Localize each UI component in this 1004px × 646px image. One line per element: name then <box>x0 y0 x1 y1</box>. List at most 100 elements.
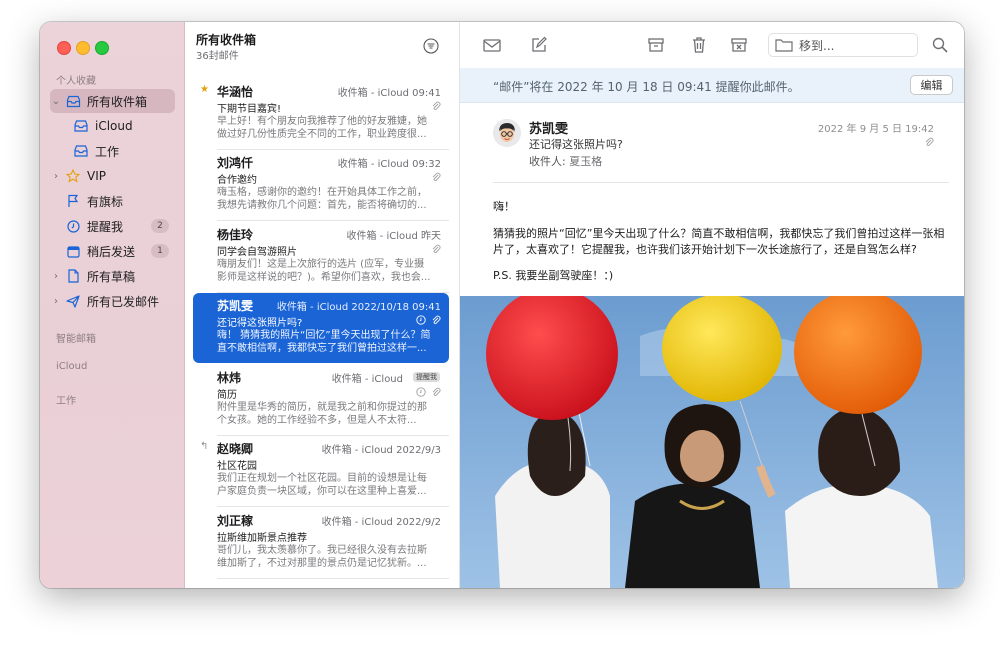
inbox-icon <box>73 143 89 159</box>
favorites-heading[interactable]: 个人收藏 <box>56 72 96 87</box>
paperclip-icon <box>432 315 441 324</box>
sidebar-item-label: 有旗标 <box>87 194 124 209</box>
mailbox-title: 所有收件箱 <box>196 33 257 47</box>
sender-name: 刘正稼 <box>217 514 254 528</box>
sidebar-item-vip[interactable]: › VIP <box>50 164 175 188</box>
chevron-right-icon[interactable]: › <box>50 171 62 182</box>
sender-name: 杨佳玲 <box>217 228 254 242</box>
compose-icon[interactable] <box>529 36 549 54</box>
mailbox-and-time: 收件箱 - iCloud 09:41 <box>337 88 441 99</box>
chevron-right-icon[interactable]: › <box>50 271 62 282</box>
mailbox-and-time: 收件箱 - iCloud 昨天 <box>346 231 442 242</box>
sidebar-item-label: 所有草稿 <box>87 269 136 284</box>
list-item[interactable]: ★ 华涵怡 收件箱 - iCloud 09:41 下期节目嘉宾! 早上好！有个朋… <box>193 79 449 150</box>
tray-stack-icon <box>65 93 81 109</box>
edit-reminder-button[interactable]: 编辑 <box>910 75 953 95</box>
list-item[interactable]: 刘鸿仟 收件箱 - iCloud 09:32 合作邀约 嗨玉格，感谢你的邀约！在… <box>193 150 449 221</box>
subject: 社区花园 <box>217 461 257 472</box>
recipient-name[interactable]: 夏玉格 <box>569 155 602 168</box>
list-item[interactable]: ↰ 赵晓卿 收件箱 - iCloud 2022/9/3 社区花园 我们正在规划一… <box>193 436 449 507</box>
clock-icon <box>416 387 426 397</box>
memoji-avatar-icon <box>493 119 521 147</box>
preview-text: 附件里是华秀的简历，就是我之前和你提过的那个女孩。她的工作经验不多，但是人不太符… <box>217 402 427 426</box>
mailbox-and-time: 收件箱 - iCloud 2022/10/18 09:41 <box>276 302 441 313</box>
clock-icon <box>65 218 81 234</box>
reminder-text: “邮件”将在 2022 年 10 月 18 日 09:41 提醒你此邮件。 <box>493 80 800 94</box>
sidebar-item-flagged[interactable]: 有旗标 <box>50 189 175 213</box>
sidebar-item-remind-me[interactable]: 提醒我 2 <box>50 214 175 238</box>
inbox-icon <box>73 118 89 134</box>
list-item[interactable]: 杨佳玲 收件箱 - iCloud 昨天 同学会自驾游照片 嗨朋友们！这是上次旅行… <box>193 222 449 293</box>
sender-name: 苏凯雯 <box>529 122 569 137</box>
subject: 合作邀约 <box>217 175 257 186</box>
body-greeting: 嗨！ <box>493 200 515 213</box>
message-date: 2022 年 9 月 5 日 19:42 <box>817 124 934 135</box>
sender-name: 赵晓卿 <box>217 442 254 456</box>
attached-photo[interactable] <box>460 296 964 588</box>
trash-icon[interactable] <box>689 36 709 54</box>
subject: 简历 <box>217 390 237 401</box>
paperclip-icon <box>432 101 441 110</box>
mailbox-and-time: 收件箱 - iCloud 2022/9/3 <box>321 445 441 456</box>
star-icon <box>65 168 81 184</box>
mail-window: 个人收藏 ⌄ 所有收件箱 iCloud 工作 › VIP 有旗标 提醒我 2 稍… <box>40 22 964 588</box>
sidebar-item-all-sent[interactable]: › 所有已发邮件 <box>50 289 175 313</box>
document-icon <box>65 268 81 284</box>
search-icon[interactable] <box>930 36 950 54</box>
sender-name: 华涵怡 <box>217 85 254 99</box>
archive-icon[interactable] <box>646 36 666 54</box>
close-window-button[interactable] <box>57 41 71 55</box>
move-to-label: 移到... <box>799 38 835 53</box>
sidebar-item-all-inboxes[interactable]: ⌄ 所有收件箱 <box>50 89 175 113</box>
sidebar-item-label: 所有收件箱 <box>87 94 148 109</box>
mailbox-and-time: 收件箱 - iCloud 09:32 <box>337 159 441 170</box>
sidebar-item-all-drafts[interactable]: › 所有草稿 <box>50 264 175 288</box>
count-badge: 1 <box>151 244 169 258</box>
message-count: 36封邮件 <box>196 51 239 62</box>
sidebar-item-work[interactable]: 工作 <box>70 139 175 163</box>
chevron-down-icon[interactable]: ⌄ <box>50 96 62 107</box>
message-subject: 还记得这张照片吗? <box>529 138 623 151</box>
sender-name: 苏凯雯 <box>217 299 254 313</box>
folder-icon <box>775 39 793 52</box>
list-item-selected[interactable]: 苏凯雯 收件箱 - iCloud 2022/10/18 09:41 还记得这张照… <box>193 293 449 363</box>
junk-icon[interactable] <box>729 36 749 54</box>
work-heading[interactable]: 工作 <box>56 392 76 407</box>
subject: 同学会自驾游照片 <box>217 247 297 258</box>
reminder-banner: “邮件”将在 2022 年 10 月 18 日 09:41 提醒你此邮件。 编辑 <box>460 68 964 103</box>
sidebar-item-label: 工作 <box>95 144 120 159</box>
toolbar: 移到... <box>460 22 964 68</box>
subject: 下期节目嘉宾! <box>217 104 282 115</box>
paperclip-icon <box>432 172 441 181</box>
vip-star-icon: ★ <box>200 84 209 95</box>
move-to-button[interactable]: 移到... <box>768 33 918 57</box>
preview-text: 嗨朋友们！这是上次旅行的选片 (应军，专业摄影师是这样说的吧？)。希望你们喜欢，… <box>217 259 431 283</box>
count-badge: 2 <box>151 219 169 233</box>
sidebar-item-label: 所有已发邮件 <box>87 294 160 309</box>
icloud-heading[interactable]: iCloud <box>56 361 87 372</box>
paperplane-icon <box>65 293 81 309</box>
replied-arrow-icon: ↰ <box>200 441 209 452</box>
sidebar-item-icloud[interactable]: iCloud <box>70 114 175 138</box>
sidebar-item-label: iCloud <box>95 119 133 133</box>
mailbox-and-time: 收件箱 - iCloud 2022/9/2 <box>321 517 441 528</box>
list-item[interactable]: 林炜 收件箱 - iCloud 提醒我 简历 附件里是华秀的简历，就是我之前和你… <box>193 365 449 436</box>
recipient-label: 收件人: <box>529 155 566 168</box>
smart-mailboxes-heading[interactable]: 智能邮箱 <box>56 330 96 345</box>
minimize-window-button[interactable] <box>76 41 90 55</box>
sidebar-item-send-later[interactable]: 稍后发送 1 <box>50 239 175 263</box>
sidebar-item-label: 稍后发送 <box>87 244 136 259</box>
flag-icon <box>65 193 81 209</box>
get-mail-icon[interactable] <box>482 36 502 54</box>
chevron-right-icon[interactable]: › <box>50 296 62 307</box>
zoom-window-button[interactable] <box>95 41 109 55</box>
subject: 拉斯维加斯景点推荐 <box>217 533 307 544</box>
clock-icon <box>416 315 426 325</box>
list-item[interactable]: 刘正稼 收件箱 - iCloud 2022/9/2 拉斯维加斯景点推荐 哥们儿，… <box>193 508 449 579</box>
preview-text: 早上好！有个朋友向我推荐了他的好友雅婕，她做过好几份性质完全不同的工作，职业跨度… <box>217 116 427 140</box>
paperclip-icon[interactable] <box>924 137 934 147</box>
filter-icon[interactable] <box>423 38 439 54</box>
preview-text: 嗨！ 猜猜我的照片“回忆”里今天出现了什么？简直不敢相信啊，我都快忘了我们曾拍过… <box>217 330 431 354</box>
message-list: 所有收件箱 36封邮件 ★ 华涵怡 收件箱 - iCloud 09:41 下期节… <box>185 22 460 588</box>
preview-text: 嗨玉格，感谢你的邀约！在开始具体工作之前，我想先请教你几个问题：首先，能否将确切… <box>217 187 427 211</box>
